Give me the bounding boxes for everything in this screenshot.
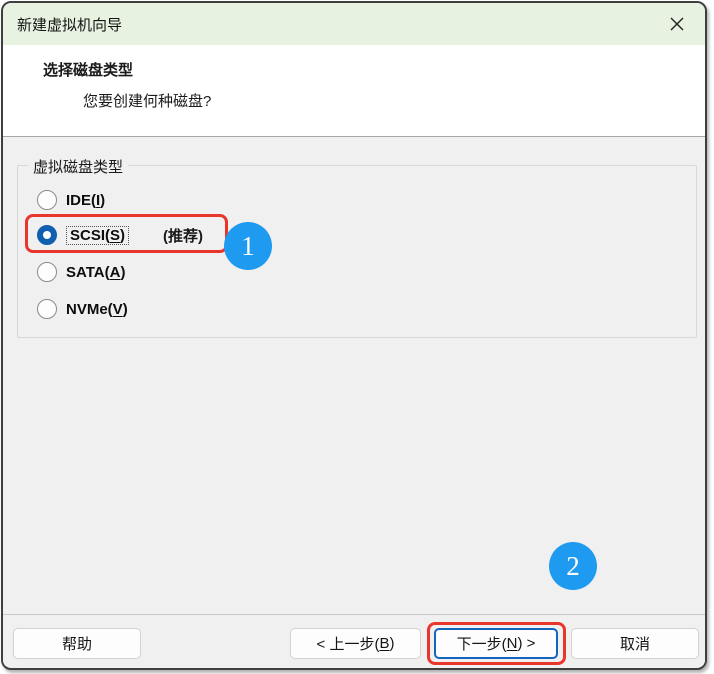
close-icon	[669, 16, 685, 32]
radio-label-nvme[interactable]: NVMe(V)	[66, 301, 128, 318]
radio-circle-ide[interactable]	[37, 190, 57, 210]
close-button[interactable]	[661, 8, 693, 40]
page-subtitle: 您要创建何种磁盘?	[3, 80, 705, 111]
radio-option-nvme[interactable]: NVMe(V)	[37, 297, 128, 321]
back-button[interactable]: < 上一步(B)	[290, 628, 421, 659]
wizard-dialog: 新建虚拟机向导 选择磁盘类型 您要创建何种磁盘? 虚拟磁盘类型 IDE(I)	[1, 1, 707, 670]
radio-option-scsi[interactable]: SCSI(S) (推荐)	[37, 223, 203, 247]
page-title: 选择磁盘类型	[3, 45, 705, 80]
next-button[interactable]: 下一步(N) >	[434, 628, 558, 659]
radio-label-scsi[interactable]: SCSI(S)	[66, 226, 129, 245]
help-button[interactable]: 帮助	[13, 628, 141, 659]
window-title: 新建虚拟机向导	[17, 14, 122, 35]
wizard-body: 虚拟磁盘类型 IDE(I) SCSI(S) (推荐) SATA(A) NVMe(…	[3, 137, 705, 615]
radio-option-ide[interactable]: IDE(I)	[37, 188, 105, 212]
radio-label-sata[interactable]: SATA(A)	[66, 264, 125, 281]
step-badge-2: 2	[549, 542, 597, 590]
wizard-header: 选择磁盘类型 您要创建何种磁盘?	[3, 45, 705, 137]
radio-option-sata[interactable]: SATA(A)	[37, 260, 125, 284]
title-bar: 新建虚拟机向导	[3, 3, 705, 45]
cancel-button[interactable]: 取消	[571, 628, 699, 659]
groupbox-legend: 虚拟磁盘类型	[28, 156, 128, 177]
radio-circle-nvme[interactable]	[37, 299, 57, 319]
footer-bar: 帮助 < 上一步(B) 下一步(N) > 取消	[3, 615, 705, 666]
radio-circle-sata[interactable]	[37, 262, 57, 282]
screenshot-canvas: 新建虚拟机向导 选择磁盘类型 您要创建何种磁盘? 虚拟磁盘类型 IDE(I)	[0, 0, 714, 674]
radio-circle-scsi[interactable]	[37, 225, 57, 245]
radio-label-ide[interactable]: IDE(I)	[66, 192, 105, 209]
recommended-label: (推荐)	[163, 225, 203, 246]
